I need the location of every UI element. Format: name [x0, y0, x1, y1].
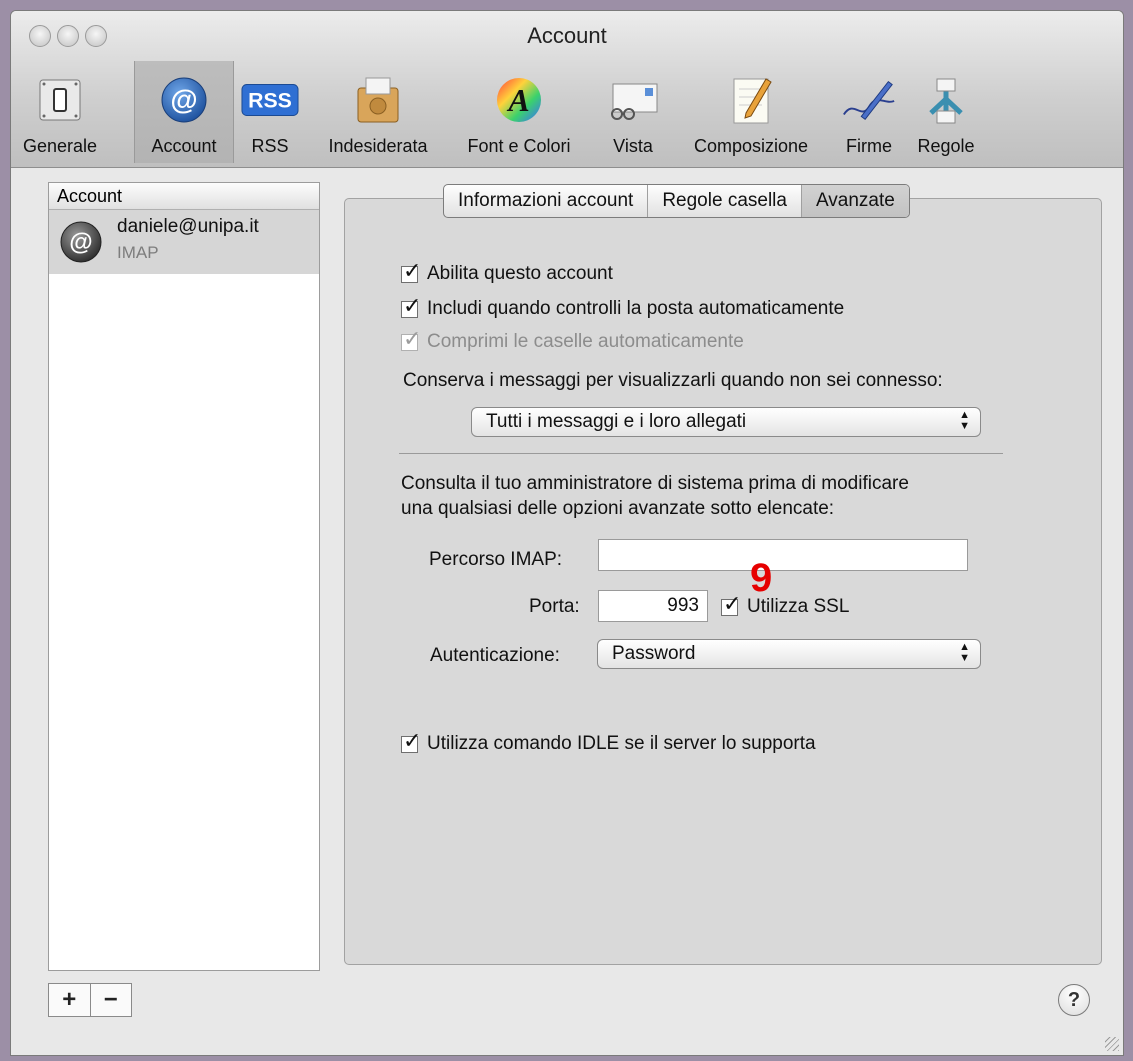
resize-grip-icon[interactable] — [1105, 1037, 1119, 1051]
warning-line-1: Consulta il tuo amministratore di sistem… — [401, 473, 909, 494]
check-icon: ✓ — [723, 590, 742, 616]
toolbar-label: Indesiderata — [328, 136, 428, 156]
tab-regole-casella[interactable]: Regole casella — [647, 185, 801, 217]
checkbox-label: Abilita questo account — [427, 263, 613, 284]
toolbar-regole[interactable]: Regole — [907, 61, 985, 163]
warning-line-2: una qualsiasi delle opzioni avanzate sot… — [401, 498, 835, 519]
toolbar-firme[interactable]: Firme — [833, 61, 905, 163]
compose-icon — [722, 71, 780, 129]
toolbar-label: Vista — [613, 136, 653, 156]
popup-arrows-icon: ▲ ▼ — [959, 641, 970, 664]
toolbar-composizione[interactable]: Composizione — [676, 61, 826, 163]
toolbar-indesiderata[interactable]: Indesiderata — [313, 61, 443, 163]
toolbar-label: Font e Colori — [467, 136, 571, 156]
svg-text:A: A — [506, 82, 529, 118]
toolbar-generale[interactable]: Generale — [11, 61, 109, 163]
include-auto-check-checkbox[interactable]: ✓ Includi quando controlli la posta auto… — [401, 294, 845, 320]
toolbar-label: RSS — [251, 136, 289, 156]
account-list-header: Account — [49, 183, 319, 210]
checkbox-box[interactable]: ✓ — [401, 294, 421, 318]
account-email: daniele@unipa.it — [117, 216, 259, 237]
use-ssl-checkbox[interactable]: ✓ Utilizza SSL — [721, 592, 850, 618]
list-item[interactable]: @ daniele@unipa.it IMAP — [49, 210, 319, 274]
checkbox-label: Comprimi le caselle automaticamente — [427, 331, 744, 352]
enable-account-checkbox[interactable]: ✓ Abilita questo account — [401, 259, 613, 285]
checkbox-label: Utilizza comando IDLE se il server lo su… — [427, 733, 816, 754]
popup-value: Tutti i messaggi e i loro allegati — [486, 411, 747, 432]
toolbar-label: Firme — [846, 136, 892, 156]
view-icon — [604, 71, 662, 129]
port-label: Porta: — [529, 596, 580, 617]
toolbar-label: Generale — [22, 136, 98, 156]
compact-mailboxes-checkbox: ✓ Comprimi le caselle automaticamente — [401, 327, 744, 353]
switch-icon — [31, 71, 89, 129]
toolbar-label: Composizione — [693, 136, 809, 156]
keep-copies-label: Conserva i messaggi per visualizzarli qu… — [403, 370, 943, 391]
divider — [399, 453, 1003, 454]
mail-account-icon: @ — [60, 221, 102, 263]
signature-icon — [840, 71, 898, 129]
toolbar-rss[interactable]: RSS RSS — [234, 61, 306, 163]
account-list[interactable]: Account @ daniele@unipa.it IMAP — [48, 182, 320, 971]
check-icon: ✓ — [403, 292, 422, 318]
checkbox-label: Includi quando controlli la posta automa… — [427, 298, 845, 319]
rss-icon: RSS — [241, 71, 299, 129]
auth-popup[interactable]: Password ▲ ▼ — [597, 639, 981, 669]
check-icon: ✓ — [403, 257, 422, 283]
toolbar-vista[interactable]: Vista — [598, 61, 668, 163]
annotation-number: 9 — [750, 556, 773, 600]
popup-value: Password — [612, 643, 696, 664]
toolbar-account[interactable]: @ Account — [134, 61, 234, 163]
auth-label: Autenticazione: — [430, 645, 560, 666]
font-colors-icon: A — [490, 71, 548, 129]
tab-bar: Informazioni account Regole casella Avan… — [443, 184, 910, 218]
svg-text:@: @ — [170, 84, 197, 115]
add-remove-control: + − — [48, 983, 132, 1017]
at-icon: @ — [155, 71, 213, 129]
svg-text:RSS: RSS — [248, 89, 292, 113]
rules-icon — [917, 71, 975, 129]
tab-avanzate[interactable]: Avanzate — [800, 185, 909, 217]
tab-informazioni-account[interactable]: Informazioni account — [444, 185, 647, 217]
checkbox-label: Utilizza SSL — [747, 596, 850, 617]
svg-text:@: @ — [69, 229, 92, 256]
idle-command-checkbox[interactable]: ✓ Utilizza comando IDLE se il server lo … — [401, 729, 816, 755]
check-icon: ✓ — [403, 727, 422, 753]
titlebar: Account Generale @ Account RSS RSS Indes… — [11, 11, 1123, 168]
checkbox-box[interactable]: ✓ — [401, 729, 421, 753]
port-input[interactable] — [598, 590, 708, 622]
imap-path-label: Percorso IMAP: — [429, 549, 563, 570]
imap-path-input[interactable] — [598, 539, 968, 571]
account-type: IMAP — [117, 243, 159, 262]
toolbar-label: Account — [151, 136, 217, 156]
checkbox-box[interactable]: ✓ — [721, 592, 741, 616]
add-account-button[interactable]: + — [49, 984, 91, 1016]
checkbox-box[interactable]: ✓ — [401, 259, 421, 283]
popup-arrows-icon: ▲ ▼ — [959, 409, 970, 432]
junk-mail-icon — [349, 71, 407, 129]
remove-account-button[interactable]: − — [91, 984, 132, 1016]
window-title: Account — [527, 23, 607, 48]
keep-copies-popup[interactable]: Tutti i messaggi e i loro allegati ▲ ▼ — [471, 407, 981, 437]
check-icon: ✓ — [403, 325, 422, 351]
help-button[interactable]: ? — [1058, 984, 1090, 1016]
preferences-window: Account Generale @ Account RSS RSS Indes… — [10, 10, 1124, 1056]
checkbox-box: ✓ — [401, 327, 421, 351]
toolbar-font-colori[interactable]: A Font e Colori — [451, 61, 587, 163]
toolbar-label: Regole — [917, 136, 975, 156]
